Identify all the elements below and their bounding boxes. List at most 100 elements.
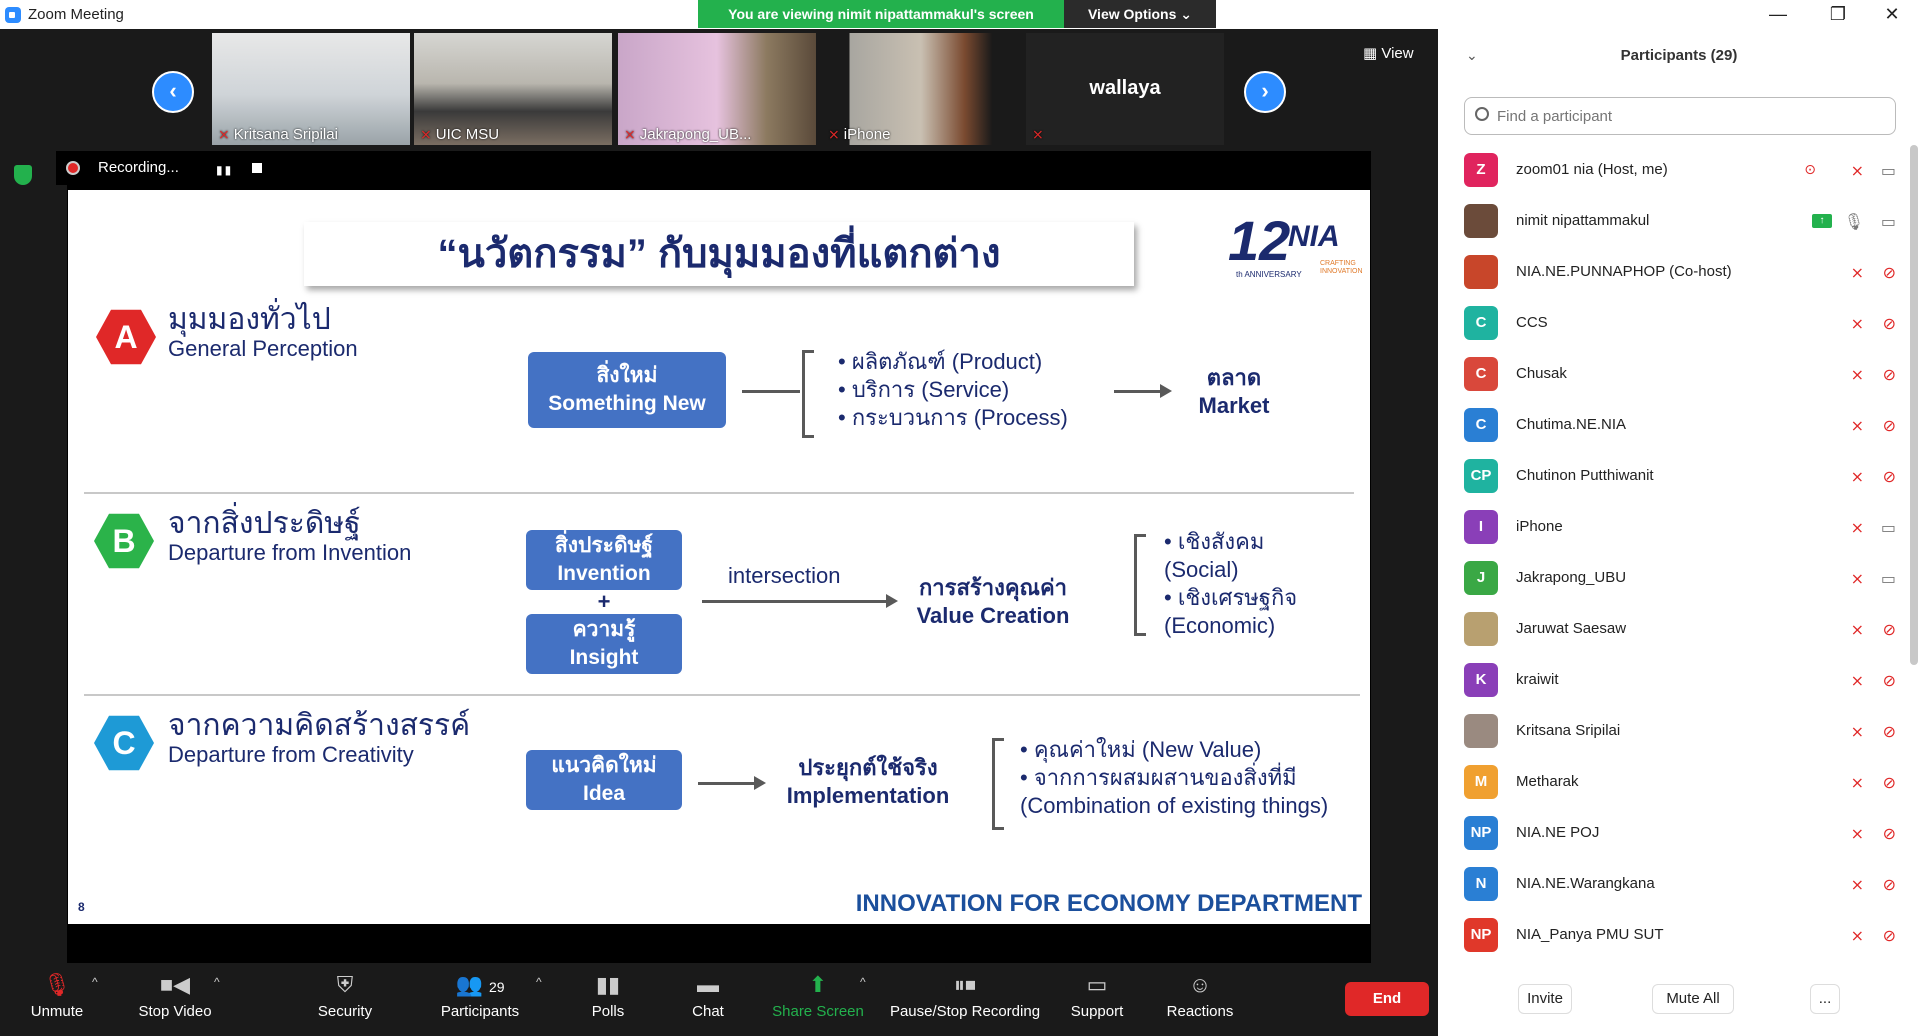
video-camera-icon: ▭ (1880, 163, 1896, 180)
participant-row[interactable]: Jaruwat Saesaw ⨯ ⊘ (1438, 604, 1908, 655)
next-page-arrow-icon[interactable]: › (1244, 71, 1286, 113)
mute-all-button[interactable]: Mute All (1652, 984, 1734, 1014)
participant-name: Jakrapong_UBU (1516, 569, 1627, 586)
mic-muted-icon: ⨯ (1850, 724, 1864, 741)
audio-options-caret-icon[interactable]: ^ (92, 975, 98, 989)
more-options-button[interactable]: ... (1810, 984, 1840, 1014)
participant-row[interactable]: NIA.NE.PUNNAPHOP (Co-host) ⨯ ⊘ (1438, 247, 1908, 298)
mic-muted-icon: ⨯ (1850, 367, 1864, 384)
participant-row[interactable]: CP Chutinon Putthiwanit ⨯ ⊘ (1438, 451, 1908, 502)
participant-search-input[interactable] (1497, 106, 1877, 126)
value-creation-label: การสร้างคุณค่า Value Creation (916, 575, 1070, 628)
video-camera-icon: ▭ (1880, 214, 1896, 231)
thumbnail-name: ⨯ (1032, 126, 1048, 143)
participant-name: iPhone (1516, 518, 1563, 535)
video-off-icon: ⊘ (1882, 673, 1896, 690)
participant-row[interactable]: C Chusak ⨯ ⊘ (1438, 349, 1908, 400)
participant-row[interactable]: C Chutima.NE.NIA ⨯ ⊘ (1438, 400, 1908, 451)
participant-search[interactable] (1464, 97, 1896, 135)
section-b-english: Departure from Invention (168, 540, 412, 565)
bracket (1134, 534, 1146, 636)
avatar: NP (1464, 816, 1498, 850)
support-icon: ▭ (1086, 972, 1108, 997)
video-thumbnail[interactable]: wallaya ⨯ (1026, 33, 1224, 145)
participant-row[interactable]: NP NIA_Panya PMU SUT ⨯ ⊘ (1438, 910, 1908, 961)
minimize-icon[interactable]: — (1758, 2, 1798, 26)
section-a-bullets: • ผลิตภัณฑ์ (Product) • บริการ (Service) •… (838, 349, 1068, 430)
stop-video-button[interactable]: ■◀ Stop Video (134, 963, 216, 1036)
mic-muted-icon: ⨯ (1850, 826, 1864, 843)
end-meeting-button[interactable]: End (1345, 982, 1429, 1016)
participant-row[interactable]: Z zoom01 nia (Host, me) ⊙ ⨯ ▭ (1438, 145, 1908, 196)
thumbnail-name: ⨯ UIC MSU (420, 126, 500, 143)
arrow-to-market (1114, 384, 1172, 398)
participant-row[interactable]: N NIA.NE.Warangkana ⨯ ⊘ (1438, 859, 1908, 910)
video-off-icon: ⊘ (1882, 928, 1896, 945)
video-off-icon: ⊘ (1882, 469, 1896, 486)
thumbnail-name: ⨯ iPhone (828, 126, 891, 143)
participant-row[interactable]: Kritsana Sripilai ⨯ ⊘ (1438, 706, 1908, 757)
plus-sign: + (597, 589, 611, 614)
video-thumbnail[interactable]: ⨯ Kritsana Sripilai (212, 33, 410, 145)
participant-row[interactable]: K kraiwit ⨯ ⊘ (1438, 655, 1908, 706)
video-thumbnail-strip: ‹ ⨯ Kritsana Sripilai ⨯ UIC MSU ⨯ Jakrapong… (0, 29, 1438, 147)
mic-muted-icon: ⨯ (1850, 877, 1864, 894)
recording-indicator: Recording... ▮▮ (56, 151, 276, 185)
reactions-button[interactable]: ☺ Reactions (1160, 963, 1240, 1036)
participants-caret-icon[interactable]: ^ (536, 975, 542, 989)
support-button[interactable]: ▭ Support (1062, 963, 1132, 1036)
participants-button[interactable]: 👥 29 Participants (430, 963, 530, 1036)
close-icon[interactable]: ✕ (1872, 2, 1912, 26)
participant-list-scrollbar[interactable] (1910, 145, 1918, 665)
section-c-bullets: • คุณค่าใหม่ (New Value) • จากการผสมผสานข… (1020, 737, 1329, 818)
mic-muted-icon: ⨯ (1850, 469, 1864, 486)
participant-name: Metharak (1516, 773, 1579, 790)
video-off-icon: ⊘ (1882, 418, 1896, 435)
security-button[interactable]: ⛨ Security (308, 963, 382, 1036)
participants-panel: ⌄ Participants (29) Z zoom01 nia (Host, … (1438, 29, 1920, 1036)
participant-row[interactable]: I iPhone ⨯ ▭ (1438, 502, 1908, 553)
mic-icon: 🎙 (1843, 214, 1864, 231)
participant-name: Chutinon Putthiwanit (1516, 467, 1654, 484)
restore-icon[interactable]: ❐ (1818, 2, 1858, 26)
implementation-label: ประยุกต์ใช้จริง Implementation (786, 755, 950, 808)
avatar (1464, 714, 1498, 748)
video-off-icon: ⊘ (1882, 367, 1896, 384)
stop-recording-icon[interactable] (252, 163, 262, 173)
view-button[interactable]: ▦ View (1363, 41, 1431, 67)
video-options-caret-icon[interactable]: ^ (214, 975, 220, 989)
insight-box: ความรู้ Insight (526, 614, 682, 674)
share-screen-button[interactable]: ⬆ Share Screen (768, 963, 868, 1036)
participant-row[interactable]: M Metharak ⨯ ⊘ (1438, 757, 1908, 808)
video-off-icon: ⊘ (1882, 724, 1896, 741)
video-thumbnail[interactable]: ⨯ Jakrapong_UB... (618, 33, 816, 145)
video-thumbnail[interactable]: ⨯ iPhone (822, 33, 1020, 145)
invite-button[interactable]: Invite (1518, 984, 1572, 1014)
participant-name: NIA_Panya PMU SUT (1516, 926, 1664, 943)
mic-muted-icon: ⨯ (420, 126, 432, 142)
share-options-caret-icon[interactable]: ^ (860, 975, 866, 989)
chat-button[interactable]: ▬ Chat (680, 963, 736, 1036)
participant-row[interactable]: C CCS ⨯ ⊘ (1438, 298, 1908, 349)
zoom-window: Zoom Meeting You are viewing nimit nipat… (0, 0, 1920, 1036)
video-off-icon: ⊘ (1882, 826, 1896, 843)
pause-stop-recording-button[interactable]: ⏸⏹ Pause/Stop Recording (884, 963, 1046, 1036)
participants-panel-title: Participants (29) (1620, 47, 1738, 64)
participant-row[interactable]: nimit nipattammakul ↑ 🎙 ▭ (1438, 196, 1908, 247)
participant-row[interactable]: J Jakrapong_UBU ⨯ ▭ (1438, 553, 1908, 604)
section-c-english: Departure from Creativity (168, 742, 414, 767)
mic-muted-icon: ⨯ (1850, 673, 1864, 690)
polls-button[interactable]: ▮▮ Polls (580, 963, 636, 1036)
view-options-button[interactable]: View Options ⌄ (1064, 0, 1216, 28)
security-shield-icon[interactable] (14, 165, 32, 185)
previous-page-arrow-icon[interactable]: ‹ (152, 71, 194, 113)
participant-row[interactable]: NP NIA.NE POJ ⨯ ⊘ (1438, 808, 1908, 859)
avatar: K (1464, 663, 1498, 697)
pause-recording-icon[interactable]: ▮▮ (216, 163, 233, 177)
nia-logo: 12 NIA th ANNIVERSARY CRAFTING INNOVATION (1228, 209, 1363, 279)
participant-name: NIA.NE.PUNNAPHOP (Co-host) (1516, 263, 1732, 280)
video-thumbnail[interactable]: ⨯ UIC MSU (414, 33, 612, 145)
unmute-button[interactable]: 🎙 Unmute (24, 963, 90, 1036)
slide-footer: INNOVATION FOR ECONOMY DEPARTMENT (855, 890, 1362, 917)
mic-muted-icon: 🎙 (43, 972, 71, 997)
